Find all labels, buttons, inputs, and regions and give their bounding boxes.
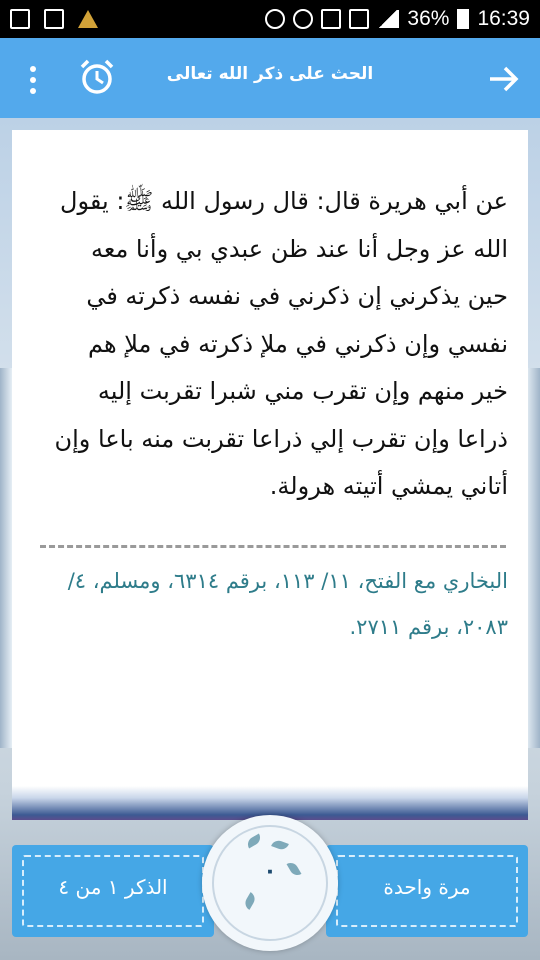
arrow-right-icon bbox=[490, 66, 519, 92]
alarm-status-icon bbox=[293, 9, 314, 29]
background-pillar bbox=[0, 368, 12, 748]
battery-percent: 36% bbox=[407, 7, 450, 30]
notification-app-icon bbox=[78, 10, 98, 28]
dhikr-progress-box: الذكر ١ من ٤ bbox=[12, 845, 214, 937]
gallery-icon bbox=[10, 9, 30, 29]
signal-icon bbox=[377, 10, 400, 28]
grid-icon bbox=[44, 9, 64, 29]
tap-counter-button[interactable]: ٠ bbox=[202, 815, 338, 951]
no-sim-icon bbox=[349, 9, 370, 29]
page-title: الحث على ذكر الله تعالى bbox=[166, 64, 374, 84]
dhikr-progress-label: الذكر ١ من ٤ bbox=[58, 875, 168, 899]
counter-bar: مرة واحدة الذكر ١ من ٤ ٠ bbox=[12, 815, 528, 951]
clock: 16:39 bbox=[477, 7, 530, 30]
repeat-count-box: مرة واحدة bbox=[326, 845, 528, 937]
menu-dot-icon bbox=[30, 88, 36, 94]
hadith-source: البخاري مع الفتح، ١١/ ١١٣، برقم ٦٣١٤، وم… bbox=[67, 569, 508, 639]
app-bar: الحث على ذكر الله تعالى bbox=[0, 38, 540, 118]
status-bar: 36% 16:39 bbox=[0, 0, 540, 38]
divider bbox=[40, 545, 506, 548]
background-pillar bbox=[526, 368, 540, 748]
hadith-text: عن أبي هريرة قال: قال رسول الله ﷺ: يقول … bbox=[54, 187, 509, 500]
mute-icon bbox=[265, 9, 286, 29]
battery-icon bbox=[457, 9, 470, 29]
dhikr-card: عن أبي هريرة قال: قال رسول الله ﷺ: يقول … bbox=[12, 130, 528, 820]
forward-button[interactable] bbox=[484, 60, 522, 98]
sim-icon bbox=[321, 9, 342, 29]
repeat-count-label: مرة واحدة bbox=[383, 875, 471, 899]
tap-count: ٠ bbox=[263, 859, 277, 884]
